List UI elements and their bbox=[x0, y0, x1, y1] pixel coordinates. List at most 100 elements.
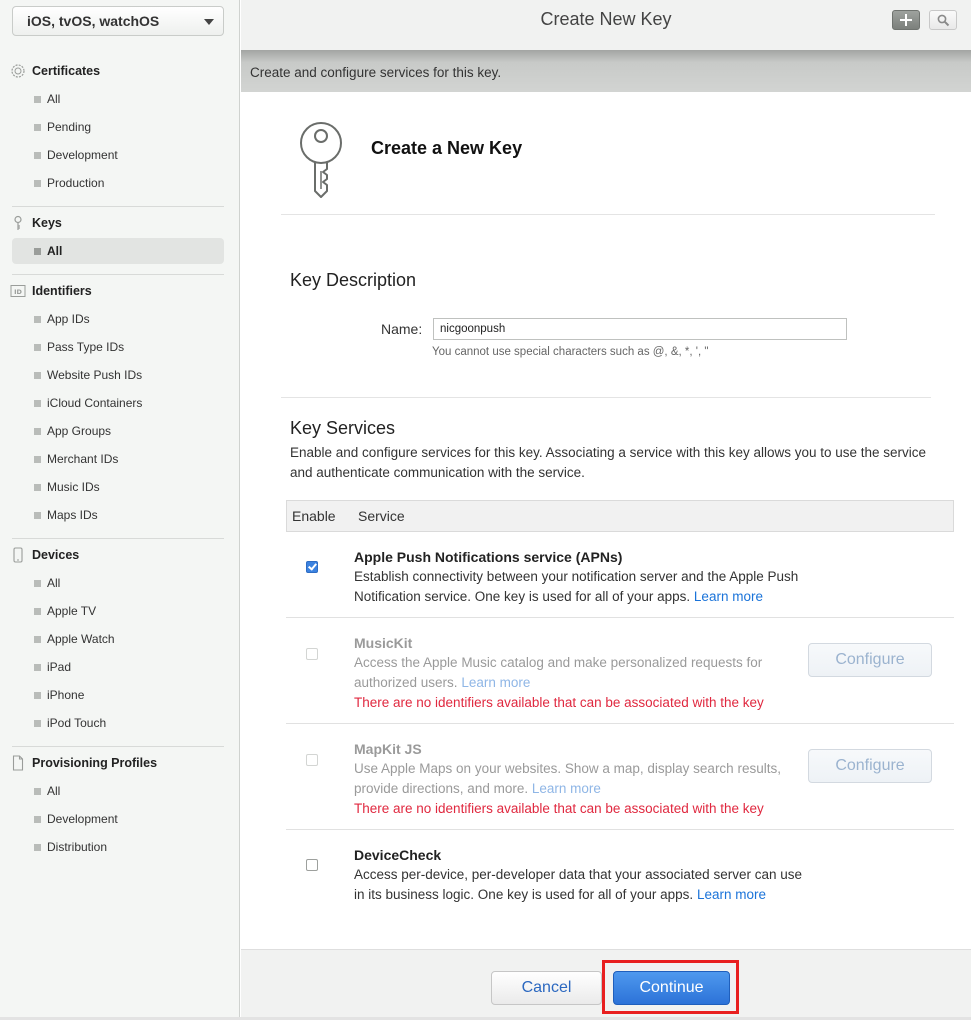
info-bar: Create and configure services for this k… bbox=[241, 50, 971, 92]
musickit-checkbox[interactable] bbox=[306, 648, 318, 660]
main-content: Create New Key Create and configure serv… bbox=[241, 0, 971, 1020]
sidebar-item-label: All bbox=[47, 784, 61, 798]
sidebar-item-label: Apple Watch bbox=[47, 632, 115, 646]
sidebar-item-label: Maps IDs bbox=[47, 508, 98, 522]
apns-checkbox[interactable] bbox=[306, 561, 318, 573]
sidebar-item-label: All bbox=[47, 576, 61, 590]
mapkit-configure-button[interactable]: Configure bbox=[808, 749, 932, 783]
sidebar-item-certificates-pending[interactable]: Pending bbox=[12, 114, 224, 140]
service-title: DeviceCheck bbox=[354, 847, 442, 863]
sidebar-item-ipad[interactable]: iPad bbox=[12, 654, 224, 680]
learn-more-link[interactable]: Learn more bbox=[694, 589, 763, 604]
bullet bbox=[34, 96, 41, 103]
sidebar-item-merchant-ids[interactable]: Merchant IDs bbox=[12, 446, 224, 472]
services-table-header: Enable Service bbox=[286, 500, 954, 532]
learn-more-link[interactable]: Learn more bbox=[532, 781, 601, 796]
sidebar-item-profiles-distribution[interactable]: Distribution bbox=[12, 834, 224, 860]
section-title: Devices bbox=[32, 548, 80, 562]
learn-more-link[interactable]: Learn more bbox=[461, 675, 530, 690]
bullet bbox=[34, 152, 41, 159]
sidebar-item-devices-all[interactable]: All bbox=[12, 570, 224, 596]
bullet bbox=[34, 400, 41, 407]
bullet bbox=[34, 456, 41, 463]
sidebar-item-ipod-touch[interactable]: iPod Touch bbox=[12, 710, 224, 736]
bullet bbox=[34, 428, 41, 435]
divider bbox=[12, 538, 224, 539]
sidebar-item-icloud-containers[interactable]: iCloud Containers bbox=[12, 390, 224, 416]
sidebar-item-profiles-development[interactable]: Development bbox=[12, 806, 224, 832]
key-services-intro: Enable and configure services for this k… bbox=[290, 445, 927, 480]
name-hint: You cannot use special characters such a… bbox=[432, 346, 709, 358]
service-warning: There are no identifiers available that … bbox=[354, 695, 764, 710]
plus-icon[interactable] bbox=[892, 10, 920, 30]
sidebar-item-certificates-all[interactable]: All bbox=[12, 86, 224, 112]
sidebar-item-label: Development bbox=[47, 812, 118, 826]
certificate-icon bbox=[11, 64, 25, 78]
devicecheck-checkbox[interactable] bbox=[306, 859, 318, 871]
sidebar-item-website-push-ids[interactable]: Website Push IDs bbox=[12, 362, 224, 388]
sidebar-item-label: Website Push IDs bbox=[47, 368, 143, 382]
bullet bbox=[34, 248, 41, 255]
service-row-apns: Apple Push Notifications service (APNs) … bbox=[286, 532, 954, 618]
bullet bbox=[34, 608, 41, 615]
key-description-title: Key Description bbox=[290, 270, 417, 290]
sidebar-item-label: Production bbox=[47, 176, 105, 190]
platform-select-value: iOS, tvOS, watchOS bbox=[27, 13, 160, 29]
section-title: Certificates bbox=[32, 64, 101, 78]
divider bbox=[12, 746, 224, 747]
sidebar-item-apple-tv[interactable]: Apple TV bbox=[12, 598, 224, 624]
sidebar-item-maps-ids[interactable]: Maps IDs bbox=[12, 502, 224, 528]
service-row-musickit: MusicKit Access the Apple Music catalog … bbox=[286, 618, 954, 724]
divider bbox=[12, 274, 224, 275]
sidebar-item-label: Development bbox=[47, 148, 118, 162]
service-description: Establish connectivity between your noti… bbox=[354, 567, 804, 607]
sidebar-item-label: iPad bbox=[47, 660, 72, 674]
search-icon[interactable] bbox=[929, 10, 957, 30]
learn-more-link[interactable]: Learn more bbox=[697, 887, 766, 902]
enable-column-header: Enable bbox=[292, 508, 336, 524]
name-label: Name: bbox=[381, 321, 423, 337]
sidebar-item-apple-watch[interactable]: Apple Watch bbox=[12, 626, 224, 652]
sidebar: iOS, tvOS, watchOS Certificates All Pend… bbox=[0, 0, 240, 1020]
sidebar-item-pass-type-ids[interactable]: Pass Type IDs bbox=[12, 334, 224, 360]
service-row-devicecheck: DeviceCheck Access per-device, per-devel… bbox=[286, 830, 954, 930]
page-heading: Create a New Key bbox=[371, 138, 523, 158]
sidebar-item-certificates-production[interactable]: Production bbox=[12, 170, 224, 196]
sidebar-item-iphone[interactable]: iPhone bbox=[12, 682, 224, 708]
bullet bbox=[34, 816, 41, 823]
bullet bbox=[34, 316, 41, 323]
divider bbox=[281, 214, 935, 215]
service-description: Use Apple Maps on your websites. Show a … bbox=[354, 759, 804, 799]
sidebar-item-certificates-development[interactable]: Development bbox=[12, 142, 224, 168]
bullet bbox=[34, 664, 41, 671]
sidebar-item-app-ids[interactable]: App IDs bbox=[12, 306, 224, 332]
divider bbox=[281, 397, 931, 398]
document-icon bbox=[12, 755, 24, 771]
service-row-mapkit-js: MapKit JS Use Apple Maps on your website… bbox=[286, 724, 954, 830]
sidebar-item-app-groups[interactable]: App Groups bbox=[12, 418, 224, 444]
sidebar-item-label: Music IDs bbox=[47, 480, 100, 494]
device-icon bbox=[13, 547, 23, 563]
sidebar-item-label: All bbox=[47, 92, 61, 106]
sidebar-item-label: Pass Type IDs bbox=[47, 340, 125, 354]
chevron-down-icon bbox=[204, 19, 214, 25]
cancel-button[interactable]: Cancel bbox=[491, 971, 602, 1005]
bullet bbox=[34, 124, 41, 131]
footer: Cancel Continue bbox=[241, 949, 971, 1018]
sidebar-item-keys-all[interactable]: All bbox=[12, 238, 224, 264]
section-title: Provisioning Profiles bbox=[32, 756, 158, 770]
bullet bbox=[34, 180, 41, 187]
key-services-title: Key Services bbox=[290, 418, 396, 438]
service-title: Apple Push Notifications service (APNs) bbox=[354, 549, 623, 565]
bullet bbox=[34, 580, 41, 587]
name-field[interactable] bbox=[433, 318, 847, 340]
sidebar-item-label: iPhone bbox=[47, 688, 85, 702]
musickit-configure-button[interactable]: Configure bbox=[808, 643, 932, 677]
sidebar-item-music-ids[interactable]: Music IDs bbox=[12, 474, 224, 500]
sidebar-item-profiles-all[interactable]: All bbox=[12, 778, 224, 804]
platform-select[interactable]: iOS, tvOS, watchOS bbox=[12, 6, 224, 36]
section-title: Keys bbox=[32, 216, 62, 230]
mapkit-checkbox[interactable] bbox=[306, 754, 318, 766]
sidebar-item-label: All bbox=[47, 244, 63, 258]
divider bbox=[12, 206, 224, 207]
